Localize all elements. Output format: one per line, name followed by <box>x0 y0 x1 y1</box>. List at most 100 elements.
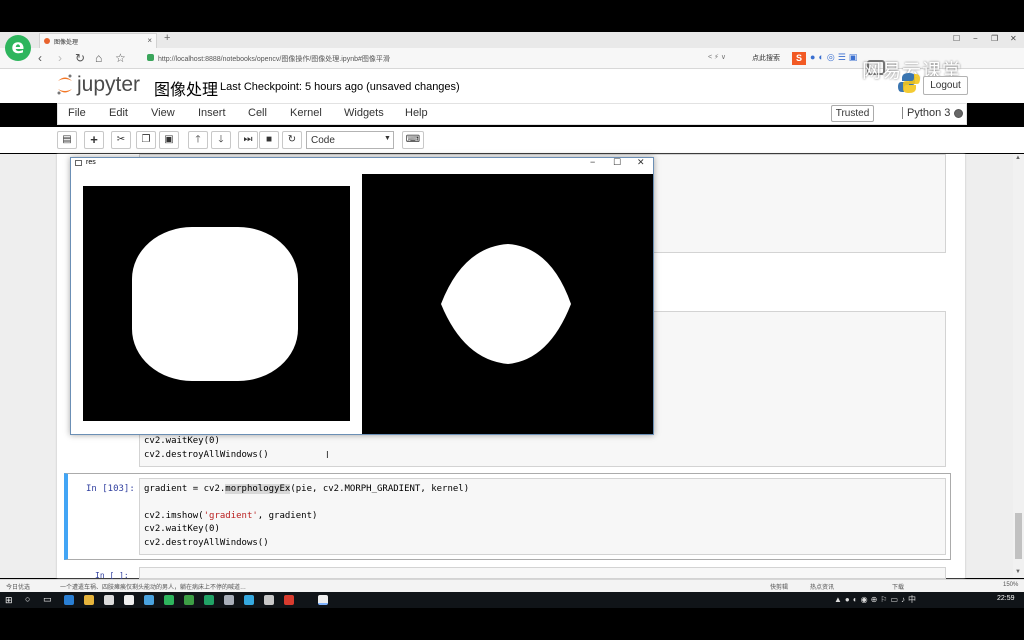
reload-icon[interactable]: ↻ <box>75 50 85 66</box>
cv-close-icon[interactable]: ✕ <box>637 157 645 168</box>
trusted-indicator[interactable]: Trusted <box>831 105 874 122</box>
kernel-name[interactable]: Python 3 <box>902 107 950 119</box>
status-news[interactable]: 一个遭遣车祸、四肢瘫痪仅剩头能动的男人，躺在病床上不停的喊道… <box>60 582 246 591</box>
checkpoint-status: Last Checkpoint: 5 hours ago (unsaved ch… <box>220 81 460 93</box>
home-icon[interactable]: ⌂ <box>95 50 102 66</box>
code-line-1: gradient = cv2.morphologyEx(pie, cv2.MOR… <box>144 484 469 494</box>
taskbar-clock[interactable]: 22:59 <box>997 595 1015 602</box>
taskbar-app-icon[interactable] <box>64 595 74 605</box>
save-icon[interactable]: ▤ <box>57 131 77 149</box>
close-window-icon[interactable]: ✕ <box>1010 34 1017 43</box>
highlighted-text: morphologyEx <box>225 484 291 494</box>
code-line: cv2.destroyAllWindows() <box>144 450 269 460</box>
extension-icons[interactable]: ●◐◎☰▣ <box>810 52 860 63</box>
taskbar-app-icon[interactable] <box>164 595 174 605</box>
bookmark-star-icon[interactable]: ☆ <box>115 50 126 66</box>
code-line-5: cv2.destroyAllWindows() <box>144 538 269 548</box>
kernel-status-icon <box>954 109 963 118</box>
taskbar-app-icon[interactable] <box>264 595 274 605</box>
arrow-down-icon[interactable]: 🡓 <box>211 131 231 149</box>
restart-icon[interactable]: ↻ <box>282 131 302 149</box>
search-icon[interactable]: ○ <box>25 594 30 604</box>
cv-minimize-icon[interactable]: − <box>590 157 595 167</box>
taskbar-app-icon[interactable] <box>244 595 254 605</box>
code-text: gradient = cv2. <box>144 484 226 494</box>
sogou-icon[interactable]: S <box>792 52 806 65</box>
system-tray-icons[interactable]: ▲●◐◉⊕⚐▭♪中 <box>834 594 919 605</box>
task-view-icon[interactable]: ▭ <box>43 594 52 605</box>
browser-logo-icon: e <box>5 35 31 61</box>
status-right-3[interactable]: 下载 <box>892 582 904 591</box>
left-image-blob <box>132 227 298 381</box>
taskbar-app-icon-active[interactable] <box>318 595 328 605</box>
url-actions[interactable]: < ⚡ ∨ <box>708 53 726 61</box>
code-line-4: cv2.waitKey(0) <box>144 524 220 534</box>
menu-edit[interactable]: Edit <box>109 107 128 119</box>
zoom-level[interactable]: 150% <box>1003 582 1018 588</box>
start-icon[interactable]: ⊞ <box>5 595 13 606</box>
search-engine-button[interactable]: 点此搜索 <box>752 53 780 63</box>
jupyter-logo-icon <box>57 74 72 95</box>
menu-kernel[interactable]: Kernel <box>290 107 322 119</box>
minimize-icon[interactable]: − <box>973 34 978 43</box>
taskbar-app-icon[interactable] <box>284 595 294 605</box>
opencv-window-title: res <box>86 159 96 166</box>
window-menu-icon[interactable]: ☐ <box>953 34 960 43</box>
secure-icon <box>147 54 154 61</box>
arrow-up-icon[interactable]: 🡑 <box>188 131 208 149</box>
taskbar-app-icon[interactable] <box>124 595 134 605</box>
scrollbar-thumb[interactable] <box>1015 513 1022 559</box>
stop-icon[interactable]: ■ <box>259 131 279 149</box>
code-text: (pie, cv2.MORPH_GRADIENT, kernel) <box>290 484 470 494</box>
opencv-image-display <box>71 174 653 434</box>
menu-insert[interactable]: Insert <box>198 107 226 119</box>
cell-type-select[interactable]: Code <box>306 131 394 149</box>
jupyter-logo-text[interactable]: jupyter <box>77 73 140 97</box>
menu-file[interactable]: File <box>68 107 86 119</box>
code-line-3: cv2.imshow('gradient', gradient) <box>144 511 317 521</box>
status-right-1[interactable]: 快剪辑 <box>770 582 788 591</box>
paste-icon[interactable]: ▣ <box>159 131 179 149</box>
code-text: cv2.imshow( <box>144 511 204 521</box>
taskbar-app-icon[interactable] <box>224 595 234 605</box>
browser-tab[interactable]: 图像处理 × <box>39 33 157 48</box>
scroll-down-icon[interactable]: ▼ <box>1015 569 1021 575</box>
taskbar-app-icon[interactable] <box>84 595 94 605</box>
back-icon[interactable]: ‹ <box>38 50 42 66</box>
window-app-icon <box>75 160 82 166</box>
menu-cell[interactable]: Cell <box>248 107 267 119</box>
new-tab-button[interactable]: + <box>164 32 170 44</box>
next-cell-input[interactable] <box>139 567 946 579</box>
copy-icon[interactable]: ❐ <box>136 131 156 149</box>
taskbar-app-icon[interactable] <box>104 595 114 605</box>
taskbar-app-icon[interactable] <box>204 595 214 605</box>
cell-prompt: In [103]: <box>86 484 135 494</box>
menu-view[interactable]: View <box>151 107 175 119</box>
menu-widgets[interactable]: Widgets <box>344 107 384 119</box>
string-literal: 'gradient' <box>203 511 258 521</box>
tab-title: 图像处理 <box>54 40 79 46</box>
url-bar[interactable]: http://localhost:8888/notebooks/opencv/图… <box>142 51 742 66</box>
plus-icon[interactable]: + <box>84 131 104 149</box>
scissors-icon[interactable]: ✂ <box>111 131 131 149</box>
status-right-2[interactable]: 热点资讯 <box>810 582 834 591</box>
code-text: , gradient) <box>257 511 318 521</box>
python-logo-icon <box>898 73 920 93</box>
keyboard-icon[interactable]: ⌨ <box>402 131 424 149</box>
taskbar-app-icon[interactable] <box>184 595 194 605</box>
menu-help[interactable]: Help <box>405 107 428 119</box>
logout-button[interactable]: Logout <box>923 76 968 95</box>
cv-maximize-icon[interactable]: ☐ <box>613 157 621 168</box>
restore-icon[interactable]: ❐ <box>991 34 998 43</box>
scroll-up-icon[interactable]: ▲ <box>1015 155 1021 161</box>
text-cursor-icon: I <box>326 450 329 461</box>
tab-close-icon[interactable]: × <box>147 36 152 45</box>
status-left-label[interactable]: 今日优选 <box>6 582 30 591</box>
code-line: cv2.waitKey(0) <box>144 436 220 446</box>
notebook-name[interactable]: 图像处理 <box>154 76 218 100</box>
taskbar-app-icon[interactable] <box>144 595 154 605</box>
url-text: http://localhost:8888/notebooks/opencv/图… <box>158 56 390 63</box>
forward-icon[interactable]: › <box>58 50 62 66</box>
step-forward-icon[interactable]: ⏭ <box>238 131 258 149</box>
chevron-down-icon: ▼ <box>384 135 391 142</box>
